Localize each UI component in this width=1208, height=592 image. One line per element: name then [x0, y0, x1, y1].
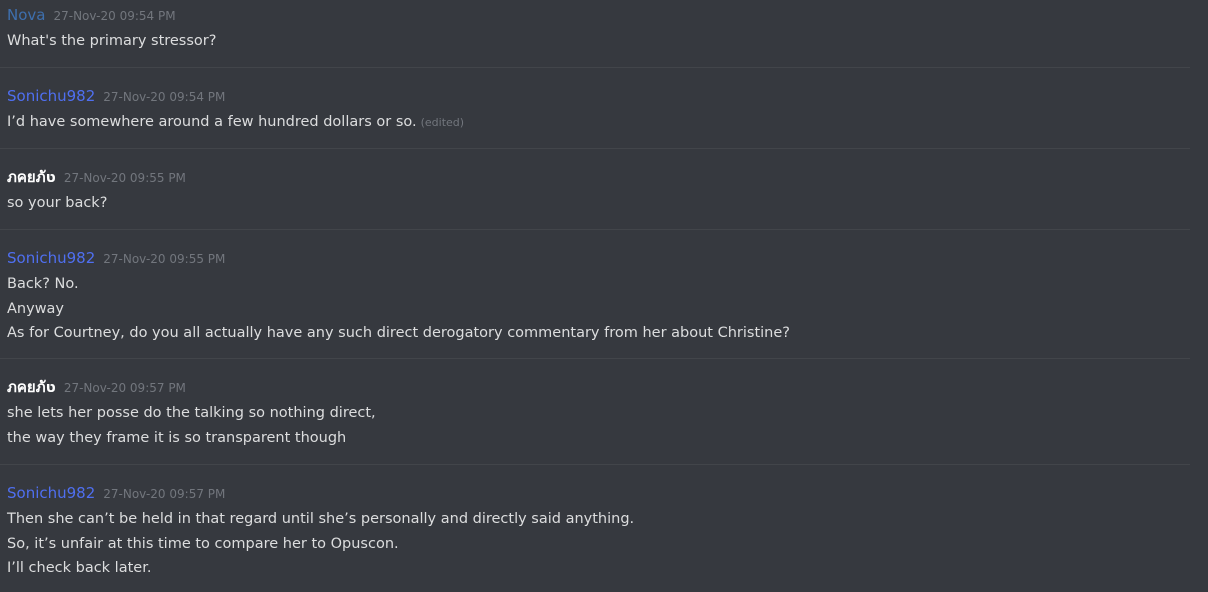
message: Sonichu982 27-Nov-20 09:57 PM Then she c…: [0, 465, 1190, 592]
message-header: ภคยภัט 27-Nov-20 09:55 PM: [7, 149, 1190, 188]
message-header: Nova 27-Nov-20 09:54 PM: [7, 0, 1190, 26]
message-header: ภคยภัט 27-Nov-20 09:57 PM: [7, 359, 1190, 398]
message-text: I’ll check back later.: [7, 560, 152, 576]
message-text-body: I’d have somewhere around a few hundred …: [7, 114, 417, 130]
message-timestamp: 27-Nov-20 09:55 PM: [63, 171, 186, 185]
message-header: Sonichu982 27-Nov-20 09:55 PM: [7, 230, 1190, 269]
message-timestamp: 27-Nov-20 09:54 PM: [53, 9, 176, 23]
author-name[interactable]: Sonichu982: [7, 247, 95, 269]
message: ภคยภัט 27-Nov-20 09:55 PM so your back?: [0, 149, 1190, 230]
message-text: Anyway: [7, 300, 65, 317]
message-text: So, it’s unfair at this time to compare …: [7, 535, 399, 552]
message: Sonichu982 27-Nov-20 09:55 PM Back? No. …: [0, 230, 1190, 359]
message: Sonichu982 27-Nov-20 09:54 PM I’d have s…: [0, 68, 1190, 149]
message-content: she lets her posse do the talking so not…: [7, 398, 1190, 450]
message: Nova 27-Nov-20 09:54 PM What's the prima…: [0, 0, 1190, 68]
message-text: Back? No.: [7, 276, 79, 292]
message-content: I’d have somewhere around a few hundred …: [7, 107, 1190, 136]
message-text: As for Courtney, do you all actually hav…: [7, 325, 790, 341]
message-text: so your back?: [7, 195, 108, 211]
message-content: so your back?: [7, 188, 1190, 216]
message-content: Then she can’t be held in that regard un…: [7, 504, 1190, 581]
author-name[interactable]: Sonichu982: [7, 482, 95, 504]
message-text: What's the primary stressor?: [7, 33, 217, 49]
message-header: Sonichu982 27-Nov-20 09:54 PM: [7, 68, 1190, 107]
message-header: Sonichu982 27-Nov-20 09:57 PM: [7, 465, 1190, 504]
author-name[interactable]: Sonichu982: [7, 85, 95, 107]
author-name[interactable]: ภคยภัט: [7, 166, 56, 188]
message-timestamp: 27-Nov-20 09:54 PM: [103, 90, 226, 104]
message-text: she lets her posse do the talking so not…: [7, 405, 376, 421]
message-list: Nova 27-Nov-20 09:54 PM What's the prima…: [0, 0, 1190, 592]
message-text: the way they frame it is so transparent …: [7, 429, 347, 446]
message-text: Then she can’t be held in that regard un…: [7, 511, 635, 527]
edited-label: (edited): [420, 116, 465, 129]
message-content: What's the primary stressor?: [7, 26, 1190, 54]
message-text: I’d have somewhere around a few hundred …: [7, 110, 1190, 136]
message-timestamp: 27-Nov-20 09:57 PM: [103, 487, 226, 501]
message-timestamp: 27-Nov-20 09:57 PM: [63, 381, 186, 395]
message-timestamp: 27-Nov-20 09:55 PM: [103, 252, 226, 266]
author-name[interactable]: ภคยภัט: [7, 376, 56, 398]
message-content: Back? No. Anyway As for Courtney, do you…: [7, 269, 1190, 346]
message: ภคยภัט 27-Nov-20 09:57 PM she lets her p…: [0, 359, 1190, 465]
author-name[interactable]: Nova: [7, 4, 45, 26]
